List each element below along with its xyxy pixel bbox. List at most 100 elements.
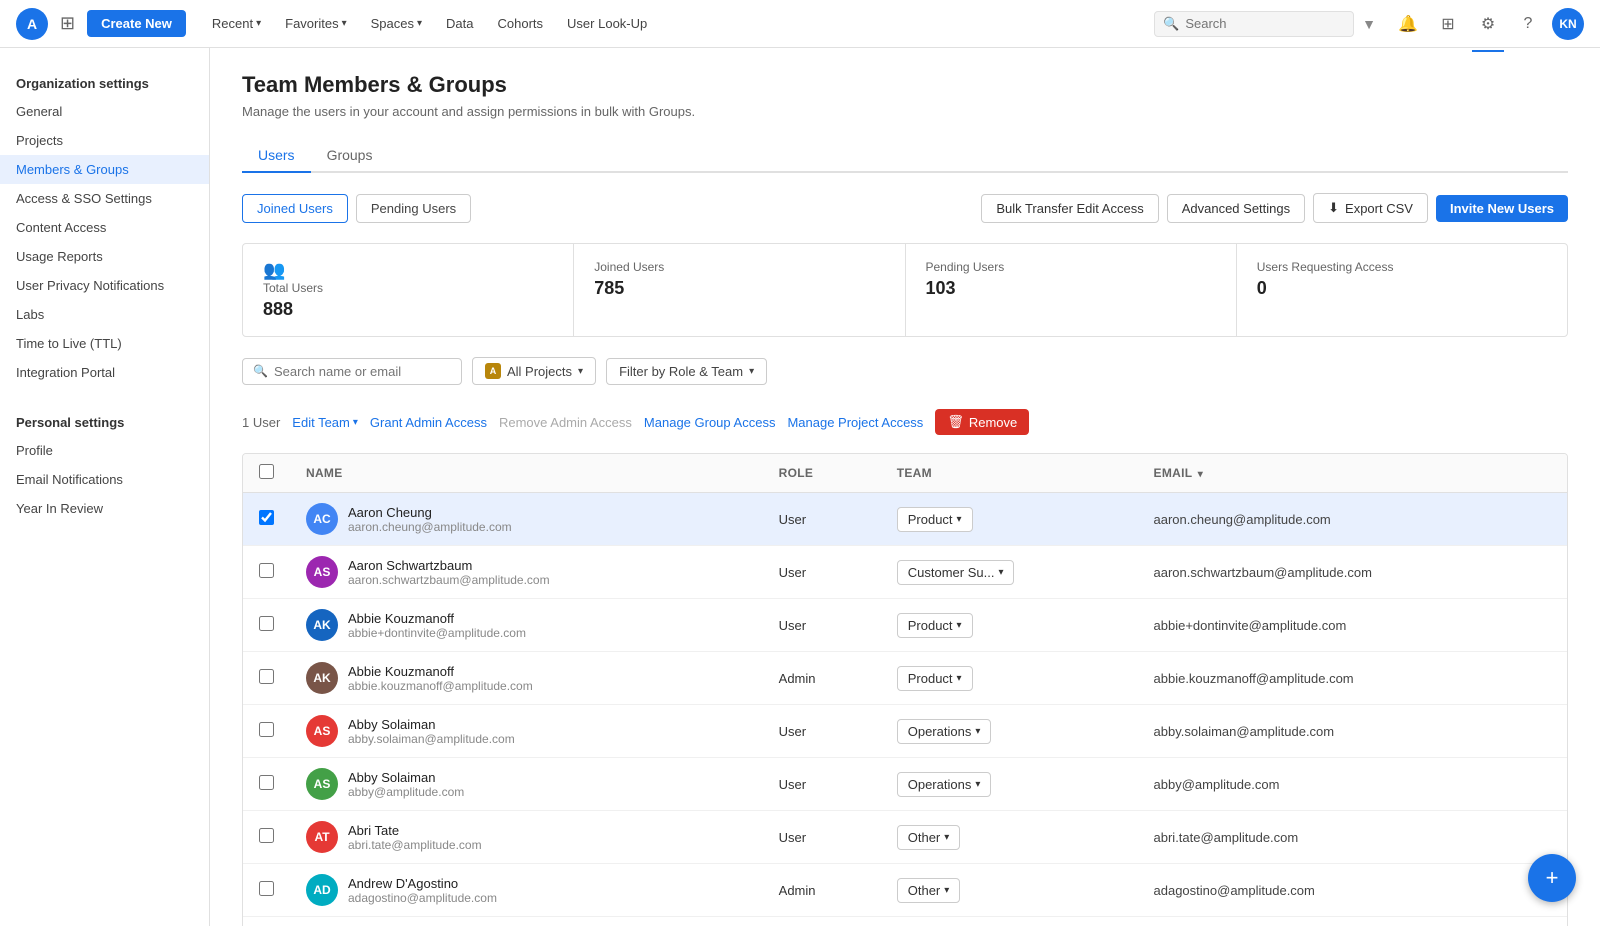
row-checkbox[interactable] [259,881,274,896]
role-team-filter[interactable]: Filter by Role & Team ▾ [606,358,767,385]
row-name-cell: AD Andrew D'Agostino adagostino@amplitud… [290,864,763,917]
row-name-cell: AS Abby Solaiman abby@amplitude.com [290,758,763,811]
fab-button[interactable]: + [1528,854,1576,902]
export-csv-button[interactable]: ⬇ Export CSV [1313,193,1428,223]
grid-apps-icon[interactable]: ⊞ [1432,8,1464,40]
row-checkbox[interactable] [259,563,274,578]
users-icon: 👥 [263,260,285,280]
sidebar-item-email-notifications[interactable]: Email Notifications [0,465,209,494]
nav-data[interactable]: Data [436,10,483,37]
grant-admin-action[interactable]: Grant Admin Access [370,415,487,430]
row-checkbox-cell[interactable] [243,758,290,811]
search-bar[interactable]: 🔍 [1154,11,1354,37]
sidebar-item-general[interactable]: General [0,97,209,126]
sidebar-item-privacy[interactable]: User Privacy Notifications [0,271,209,300]
edit-team-action[interactable]: Edit Team ▾ [292,415,358,430]
team-dropdown[interactable]: Product ▾ [897,507,973,532]
search-name-email-input[interactable] [274,364,451,379]
manage-group-action[interactable]: Manage Group Access [644,415,776,430]
search-input[interactable] [1185,16,1345,31]
subtab-joined-users[interactable]: Joined Users [242,194,348,223]
nav-recent[interactable]: Recent ▾ [202,10,271,37]
select-all-header[interactable] [243,454,290,493]
chevron-down-icon: ▾ [578,366,583,377]
grid-icon[interactable]: ⊞ [56,9,79,38]
row-team-cell[interactable]: Engineering ▾ [881,917,1138,926]
row-checkbox-cell[interactable] [243,493,290,546]
sidebar-item-projects[interactable]: Projects [0,126,209,155]
sidebar-item-access-sso[interactable]: Access & SSO Settings [0,184,209,213]
row-checkbox[interactable] [259,669,274,684]
team-dropdown[interactable]: Product ▾ [897,613,973,638]
team-dropdown[interactable]: Operations ▾ [897,772,992,797]
row-checkbox-cell[interactable] [243,917,290,926]
main-layout: Organization settings General Projects M… [0,48,1600,926]
remove-admin-action[interactable]: Remove Admin Access [499,415,632,430]
nav-favorites[interactable]: Favorites ▾ [275,10,357,37]
team-dropdown[interactable]: Other ▾ [897,825,961,850]
row-team-cell[interactable]: Product ▾ [881,493,1138,546]
user-name: Andrew D'Agostino [348,876,497,891]
row-team-cell[interactable]: Product ▾ [881,652,1138,705]
create-new-button[interactable]: Create New [87,10,186,37]
team-dropdown[interactable]: Customer Su... ▾ [897,560,1015,585]
all-projects-filter[interactable]: A All Projects ▾ [472,357,596,385]
bulk-transfer-button[interactable]: Bulk Transfer Edit Access [981,194,1158,223]
select-all-checkbox[interactable] [259,464,274,479]
row-checkbox[interactable] [259,828,274,843]
sidebar-item-labs[interactable]: Labs [0,300,209,329]
row-checkbox[interactable] [259,616,274,631]
user-name: Abri Tate [348,823,482,838]
row-team-cell[interactable]: Product ▾ [881,599,1138,652]
invite-new-users-button[interactable]: Invite New Users [1436,195,1568,222]
sidebar-item-integration[interactable]: Integration Portal [0,358,209,387]
row-checkbox-cell[interactable] [243,652,290,705]
row-checkbox-cell[interactable] [243,599,290,652]
help-icon[interactable]: ? [1512,8,1544,40]
row-checkbox[interactable] [259,510,274,525]
row-checkbox-cell[interactable] [243,546,290,599]
tab-users[interactable]: Users [242,139,311,173]
user-avatar-icon: AK [306,609,338,641]
nav-user-lookup[interactable]: User Look-Up [557,10,657,37]
sidebar-item-members[interactable]: Members & Groups [0,155,209,184]
team-label: Product [908,671,953,686]
settings-icon[interactable]: ⚙ [1472,8,1504,40]
page-subtitle: Manage the users in your account and ass… [242,104,1568,119]
row-team-cell[interactable]: Other ▾ [881,811,1138,864]
tab-groups[interactable]: Groups [311,139,389,173]
nav-cohorts[interactable]: Cohorts [488,10,554,37]
user-role: User [779,830,806,845]
user-name: Aaron Cheung [348,505,512,520]
sidebar-item-usage-reports[interactable]: Usage Reports [0,242,209,271]
actions-row: 1 User Edit Team ▾ Grant Admin Access Re… [242,401,1568,443]
advanced-settings-button[interactable]: Advanced Settings [1167,194,1305,223]
team-dropdown[interactable]: Product ▾ [897,666,973,691]
row-team-cell[interactable]: Other ▾ [881,864,1138,917]
row-checkbox-cell[interactable] [243,705,290,758]
manage-project-action[interactable]: Manage Project Access [787,415,923,430]
remove-button[interactable]: 🗑 Remove [935,409,1029,435]
row-team-cell[interactable]: Operations ▾ [881,758,1138,811]
filter-search-box[interactable]: 🔍 [242,358,462,385]
col-header-email[interactable]: EMAIL ▾ [1138,454,1567,493]
sidebar-item-ttl[interactable]: Time to Live (TTL) [0,329,209,358]
sidebar-item-year-in-review[interactable]: Year In Review [0,494,209,523]
table-row: AB Adam Berry adam.berry@amplitude.com U… [243,917,1567,926]
row-checkbox-cell[interactable] [243,864,290,917]
user-avatar[interactable]: KN [1552,8,1584,40]
row-checkbox[interactable] [259,775,274,790]
row-checkbox[interactable] [259,722,274,737]
sidebar-item-content-access[interactable]: Content Access [0,213,209,242]
notifications-icon[interactable]: 🔔 [1392,8,1424,40]
filter-icon[interactable]: ▼ [1362,16,1376,32]
row-team-cell[interactable]: Operations ▾ [881,705,1138,758]
row-checkbox-cell[interactable] [243,811,290,864]
row-team-cell[interactable]: Customer Su... ▾ [881,546,1138,599]
team-dropdown[interactable]: Operations ▾ [897,719,992,744]
nav-spaces[interactable]: Spaces ▾ [361,10,432,37]
sidebar-item-profile[interactable]: Profile [0,436,209,465]
subtab-pending-users[interactable]: Pending Users [356,194,471,223]
app-logo[interactable]: A [16,8,48,40]
team-dropdown[interactable]: Other ▾ [897,878,961,903]
